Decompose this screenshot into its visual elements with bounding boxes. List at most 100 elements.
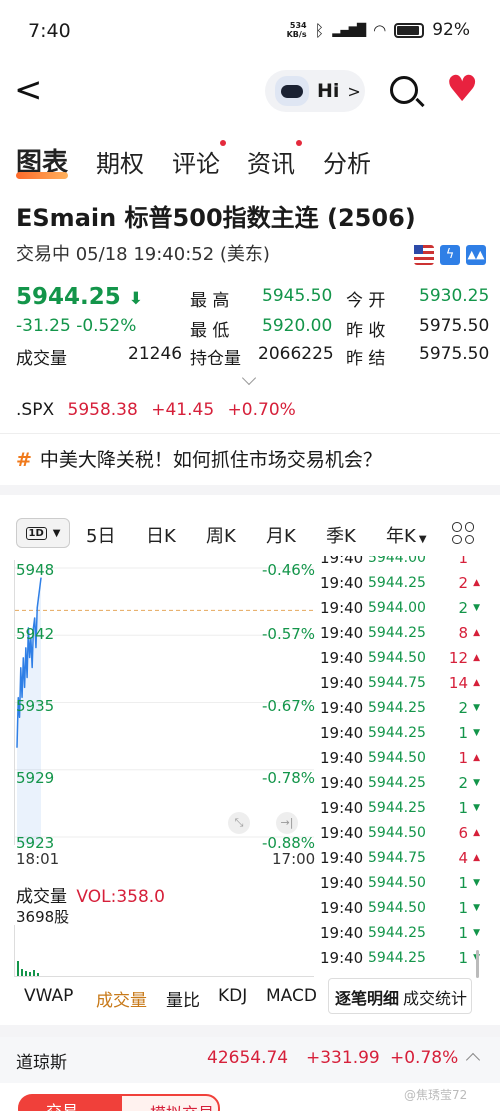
status-icons: 534 KB/s ᛒ ▂▄▆█ ◠ 92%: [287, 20, 470, 40]
tick-time: 19:40: [320, 924, 364, 942]
index-value: 42654.74: [207, 1048, 289, 1068]
tab-tick-detail[interactable]: 逐笔明细: [335, 985, 399, 1009]
tick-time: 19:40: [320, 724, 364, 742]
x-axis-label: 17:00: [272, 850, 316, 868]
search-icon[interactable]: [390, 76, 418, 104]
arrow-up-icon: ▲: [473, 653, 480, 663]
scrollbar[interactable]: [476, 950, 479, 978]
tick-time: 19:40: [320, 649, 364, 667]
news-banner[interactable]: # 中美大降关税！如何抓住市场交易机会？: [16, 445, 382, 472]
tab-macd[interactable]: MACD: [266, 986, 317, 1006]
tick-price: 5944.25: [368, 950, 426, 966]
tick-row: 19:405944.251▼: [320, 724, 480, 749]
arrow-up-icon: ▲: [473, 753, 480, 763]
tick-qty: 1: [458, 899, 468, 917]
caret-down-icon: ▼: [52, 527, 61, 539]
tab-volume-ratio[interactable]: 量比: [166, 986, 200, 1011]
tab-options[interactable]: 期权: [96, 144, 144, 179]
arrow-up-icon: ▲: [473, 828, 480, 838]
period-week-k[interactable]: 周K: [206, 522, 236, 548]
vol-value: VOL:358.0: [76, 887, 165, 907]
volume-value: 21246: [128, 344, 183, 364]
trade-button[interactable]: 交易: [18, 1094, 124, 1111]
tick-time: 19:40: [320, 949, 364, 967]
tick-qty: 2: [458, 774, 468, 792]
period-5d[interactable]: 5日: [86, 522, 115, 548]
jump-latest-icon[interactable]: →|: [276, 812, 298, 834]
section-divider: [0, 485, 500, 495]
arrow-up-icon: ▲: [473, 628, 480, 638]
tick-price: 5944.25: [368, 775, 426, 791]
open-interest-label: 持仓量: [190, 349, 241, 369]
tick-row: 19:40 5944.25 8 ▲: [320, 624, 480, 649]
tick-time: 19:40: [320, 799, 364, 817]
tab-volume[interactable]: 成交量: [96, 986, 147, 1011]
tick-qty: 12: [448, 649, 468, 667]
open-interest-value: 2066225: [258, 344, 334, 364]
period-1d-dropdown[interactable]: 1D ▼: [16, 518, 70, 548]
bluetooth-icon: ᛒ: [314, 20, 325, 40]
tab-vwap[interactable]: VWAP: [24, 986, 73, 1006]
tick-qty: 2: [458, 599, 468, 617]
tick-row: 19:405944.251▼: [320, 799, 480, 824]
period-month-k[interactable]: 月K: [266, 522, 296, 548]
tick-row: 19:40 5944.25 2 ▼: [320, 699, 480, 724]
back-icon[interactable]: <: [14, 70, 43, 110]
paper-trade-button[interactable]: 模拟交易: [120, 1094, 220, 1111]
tab-comments[interactable]: 评论: [172, 144, 220, 179]
favorite-heart-icon[interactable]: ♥: [446, 72, 478, 108]
tick-time: 19:40: [320, 556, 364, 567]
tick-qty: 8: [458, 624, 468, 642]
assistant-hi-label: Hi: [317, 80, 340, 102]
zoom-out-icon[interactable]: ⤡: [228, 812, 250, 834]
price-point: [16, 746, 18, 748]
price-point: [23, 686, 26, 689]
tick-price: 5944.00: [368, 556, 426, 566]
tick-row: 19:40 5944.25 2 ▲: [320, 574, 480, 599]
assistant-pill[interactable]: Hi >: [265, 70, 365, 112]
period-quarter-k[interactable]: 季K: [326, 522, 356, 548]
tab-active-indicator: [16, 172, 68, 179]
spx-pct: +0.70%: [227, 400, 296, 420]
tab-trade-stats[interactable]: 成交统计: [403, 985, 467, 1009]
volume-header: 成交量 VOL:358.0: [16, 887, 165, 907]
tick-row: 19:405944.251▼: [320, 949, 480, 974]
tick-qty: 1: [458, 799, 468, 817]
tick-time: 19:40: [320, 749, 364, 767]
spx-row[interactable]: .SPX 5958.38 +41.45 +0.70%: [16, 400, 296, 420]
battery-percent: 92%: [432, 20, 470, 40]
spx-change: +41.45: [151, 400, 215, 420]
tick-price: 5944.50: [368, 900, 426, 916]
battery-icon: [394, 22, 425, 38]
tick-price: 5944.50: [368, 875, 426, 891]
arrow-up-icon: ▲: [473, 578, 480, 588]
divider: [0, 433, 500, 434]
tick-qty: 1: [458, 556, 468, 567]
tick-time: 19:40: [320, 624, 364, 642]
tab-news[interactable]: 资讯: [247, 144, 295, 179]
market-flags: ϟ ▲▲: [414, 245, 486, 265]
period-day-k[interactable]: 日K: [146, 522, 176, 548]
arrow-down-icon: ▼: [473, 703, 480, 713]
tick-price: 5944.25: [368, 625, 426, 641]
instrument-title: ESmain 标普500指数主连 (2506): [16, 204, 416, 232]
content-tabs: 图表 期权 评论 资讯 分析: [0, 138, 500, 186]
chevron-up-icon[interactable]: [465, 1052, 481, 1068]
tick-price: 5944.25: [368, 700, 426, 716]
tick-qty: 1: [458, 874, 468, 892]
grid-layout-icon[interactable]: [452, 522, 474, 544]
news-headline: 中美大降关税！如何抓住市场交易机会？: [39, 449, 382, 471]
y-pct-label: -0.67%: [262, 697, 316, 715]
y-axis-label: 5948: [16, 561, 55, 579]
tick-row: 19:40 5944.00 1: [320, 556, 480, 574]
tick-list[interactable]: 19:40 5944.00 1 19:40 5944.25 2 ▲ 19:40 5944.00 2…: [320, 556, 490, 976]
tab-analysis[interactable]: 分析: [323, 144, 371, 179]
volume-bars: [14, 925, 314, 977]
price-point: [35, 647, 37, 649]
index-change: +331.99: [306, 1048, 380, 1068]
tick-row: 19:40 5944.50 1 ▼: [320, 874, 480, 899]
index-ticker-bar[interactable]: 道琼斯 42654.74 +331.99 +0.78%: [0, 1037, 500, 1083]
y-axis-label: 5929: [16, 769, 55, 787]
period-year-k[interactable]: 年K ▼: [386, 522, 427, 548]
tab-kdj[interactable]: KDJ: [218, 986, 247, 1006]
